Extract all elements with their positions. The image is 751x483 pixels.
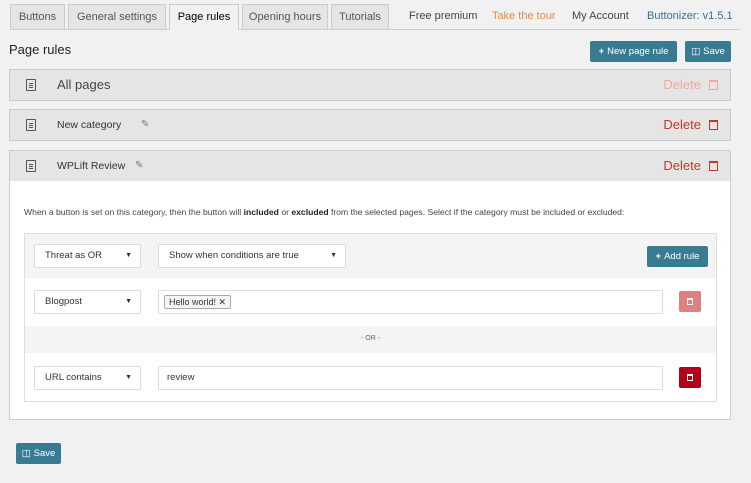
rule-body: When a button is set on this category, t… <box>10 181 730 419</box>
add-rule-button[interactable]: + Add rule <box>647 246 708 267</box>
rule-header[interactable]: All pages Delete <box>10 70 730 100</box>
rule-wplift-review[interactable]: WPLift Review ✎ Delete When a button is … <box>9 150 731 420</box>
trash-icon <box>709 80 718 90</box>
rule-name: WPLift Review <box>57 160 126 172</box>
trash-icon <box>687 374 693 381</box>
delete-rule-button[interactable]: Delete <box>663 70 718 100</box>
logic-select[interactable]: Threat as OR ▼ <box>34 244 141 268</box>
trash-icon <box>709 161 718 171</box>
new-page-rule-button[interactable]: + New page rule <box>590 41 677 62</box>
chevron-down-icon: ▼ <box>125 374 132 381</box>
condition-row: URL contains ▼ review <box>25 353 716 401</box>
condition-type-select[interactable]: Blogpost ▼ <box>34 290 141 314</box>
free-premium-link[interactable]: Free premium <box>409 4 477 28</box>
trash-icon <box>709 120 718 130</box>
rule-header[interactable]: New category ✎ Delete <box>10 110 730 140</box>
rule-new-category[interactable]: New category ✎ Delete <box>9 109 731 141</box>
tag-chip[interactable]: Hello world! ✕ <box>164 295 232 309</box>
chevron-down-icon: ▼ <box>125 252 132 259</box>
take-tour-link[interactable]: Take the tour <box>492 4 556 28</box>
condition-row: Blogpost ▼ Hello world! ✕ <box>25 278 716 326</box>
rule-header[interactable]: WPLift Review ✎ Delete <box>10 151 730 181</box>
conditions-toolbar: Threat as OR ▼ Show when conditions are t… <box>25 234 716 278</box>
delete-condition-button[interactable] <box>679 291 701 312</box>
trash-icon <box>687 298 693 305</box>
tab-tutorials[interactable]: Tutorials <box>331 4 389 30</box>
my-account-link[interactable]: My Account <box>572 4 629 28</box>
document-icon <box>26 79 36 91</box>
save-button-bottom[interactable]: ◫ Save <box>16 443 61 464</box>
chevron-down-icon: ▼ <box>330 252 337 259</box>
delete-rule-button[interactable]: Delete <box>663 151 718 181</box>
tab-buttons[interactable]: Buttons <box>10 4 65 30</box>
rule-name: New category <box>57 119 122 131</box>
floppy-icon: ◫ <box>21 448 31 459</box>
document-icon <box>26 160 36 172</box>
delete-rule-button[interactable]: Delete <box>663 110 718 140</box>
document-icon <box>26 119 36 131</box>
version-link[interactable]: Buttonizer: v1.5.1 <box>647 4 733 28</box>
tab-opening-hours[interactable]: Opening hours <box>242 4 328 30</box>
condition-value-input[interactable]: Hello world! ✕ <box>158 290 663 314</box>
plus-icon: + <box>655 251 662 262</box>
save-button-top[interactable]: ◫ Save <box>685 41 731 62</box>
close-icon: ✕ <box>218 297 227 307</box>
tab-general-settings[interactable]: General settings <box>68 4 166 30</box>
tab-page-rules[interactable]: Page rules <box>169 4 239 30</box>
page-title: Page rules <box>9 42 72 57</box>
pencil-icon[interactable]: ✎ <box>141 119 153 131</box>
condition-type-select[interactable]: URL contains ▼ <box>34 366 141 390</box>
tab-bar: Buttons General settings Page rules Open… <box>10 4 740 30</box>
or-separator: - OR - <box>360 335 381 342</box>
chevron-down-icon: ▼ <box>125 298 132 305</box>
plus-icon: + <box>598 46 605 57</box>
show-condition-select[interactable]: Show when conditions are true ▼ <box>158 244 346 268</box>
pencil-icon[interactable]: ✎ <box>135 160 147 172</box>
rule-name: All pages <box>57 77 111 92</box>
delete-condition-button[interactable] <box>679 367 701 388</box>
or-separator-row: - OR - <box>25 326 716 353</box>
rule-all-pages[interactable]: All pages Delete <box>9 69 731 101</box>
condition-value-input[interactable]: review <box>158 366 663 390</box>
rule-description: When a button is set on this category, t… <box>24 207 625 217</box>
conditions-box: Threat as OR ▼ Show when conditions are t… <box>24 233 717 402</box>
floppy-icon: ◫ <box>691 46 701 57</box>
